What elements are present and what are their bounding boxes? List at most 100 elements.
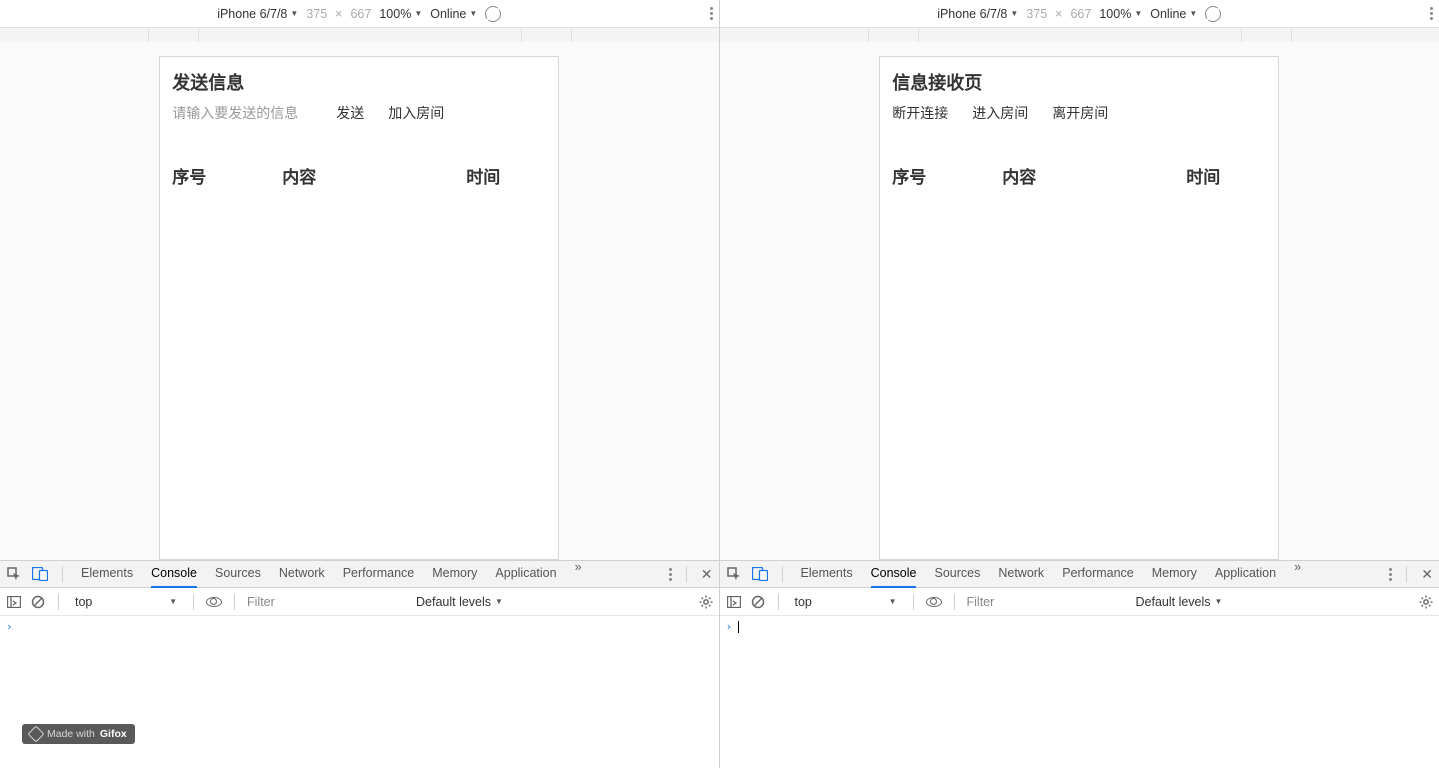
filter-input[interactable]	[247, 595, 408, 609]
divider	[58, 594, 59, 610]
context-label: top	[795, 595, 812, 609]
zoom-select[interactable]: 100% ▼	[1099, 7, 1142, 21]
viewport-height[interactable]: 667	[1070, 7, 1091, 21]
watermark-prefix: Made with	[47, 728, 95, 740]
enter-room-button[interactable]: 进入房间	[972, 103, 1028, 123]
x-separator: ×	[1055, 7, 1062, 21]
gear-icon[interactable]	[1419, 595, 1433, 609]
page-title: 发送信息	[172, 69, 546, 95]
leave-room-button[interactable]: 离开房间	[1052, 103, 1108, 123]
viewport-width[interactable]: 375	[306, 7, 327, 21]
clear-console-icon[interactable]	[30, 594, 46, 610]
tab-network[interactable]: Network	[998, 560, 1044, 588]
divider	[193, 594, 194, 610]
pane-right: iPhone 6/7/8 ▼ 375 × 667 100% ▼ Online ▼	[720, 0, 1439, 768]
divider	[234, 594, 235, 610]
rotate-icon[interactable]	[1202, 2, 1225, 25]
ruler-strip	[720, 28, 1439, 42]
console-body[interactable]: ›	[0, 616, 719, 768]
join-room-button[interactable]: 加入房间	[388, 103, 444, 123]
live-expression-icon[interactable]	[926, 594, 942, 610]
table-header: 序号 内容 时间	[172, 163, 546, 188]
col-index: 序号	[172, 163, 282, 188]
levels-label: Default levels	[1136, 595, 1211, 609]
zoom-select[interactable]: 100% ▼	[379, 7, 422, 21]
tab-network[interactable]: Network	[279, 560, 325, 588]
tab-application[interactable]: Application	[1215, 560, 1276, 588]
console-sidebar-icon[interactable]	[726, 594, 742, 610]
devtools-close-icon[interactable]: ✕	[701, 566, 713, 583]
col-content: 内容	[1002, 163, 1186, 188]
context-select[interactable]: top ▼	[791, 593, 901, 611]
ruler-strip	[0, 28, 719, 42]
device-select[interactable]: iPhone 6/7/8 ▼	[217, 7, 298, 21]
gifox-icon	[28, 726, 45, 743]
divider	[782, 566, 783, 582]
log-level-select[interactable]: Default levels ▼	[416, 595, 503, 609]
chevron-down-icon: ▼	[1215, 597, 1223, 606]
devtools-close-icon[interactable]: ✕	[1421, 566, 1433, 583]
tab-sources[interactable]: Sources	[215, 560, 261, 588]
prompt-icon: ›	[6, 620, 13, 633]
filter-input[interactable]	[967, 595, 1128, 609]
tab-performance[interactable]: Performance	[343, 560, 415, 588]
tab-application[interactable]: Application	[495, 560, 556, 588]
devtools-more-icon[interactable]	[669, 568, 672, 581]
device-toggle-icon[interactable]	[32, 566, 48, 582]
table-header: 序号 内容 时间	[892, 163, 1266, 188]
pane-left: iPhone 6/7/8 ▼ 375 × 667 100% ▼ Online ▼	[0, 0, 720, 768]
phone-frame: 发送信息 发送 加入房间 序号 内容 时间	[159, 56, 559, 560]
throttle-select[interactable]: Online ▼	[430, 7, 477, 21]
tabs-overflow-icon[interactable]: »	[575, 560, 582, 588]
devtools-tabstrip: Elements Console Sources Network Perform…	[0, 560, 719, 588]
viewport: 发送信息 发送 加入房间 序号 内容 时间	[0, 42, 719, 560]
log-level-select[interactable]: Default levels ▼	[1136, 595, 1223, 609]
console-toolbar: top ▼ Default levels ▼	[0, 588, 719, 616]
inspect-icon[interactable]	[6, 566, 22, 582]
live-expression-icon[interactable]	[206, 594, 222, 610]
divider	[913, 594, 914, 610]
rotate-icon[interactable]	[482, 2, 505, 25]
tab-elements[interactable]: Elements	[81, 560, 133, 588]
tab-sources[interactable]: Sources	[934, 560, 980, 588]
send-button[interactable]: 发送	[336, 103, 364, 123]
watermark-brand: Gifox	[100, 728, 127, 740]
viewport-width[interactable]: 375	[1026, 7, 1047, 21]
inspect-icon[interactable]	[726, 566, 742, 582]
chevron-down-icon: ▼	[889, 597, 897, 606]
text-cursor	[738, 621, 739, 633]
disconnect-button[interactable]: 断开连接	[892, 103, 948, 123]
prompt-icon: ›	[726, 620, 733, 633]
tab-console[interactable]: Console	[151, 560, 197, 588]
device-label: iPhone 6/7/8	[217, 7, 287, 21]
zoom-label: 100%	[1099, 7, 1131, 21]
phone-frame: 信息接收页 断开连接 进入房间 离开房间 序号 内容 时间	[879, 56, 1279, 560]
console-body[interactable]: ›	[720, 616, 1439, 768]
message-input[interactable]	[172, 105, 312, 121]
divider	[686, 566, 687, 582]
device-select[interactable]: iPhone 6/7/8 ▼	[937, 7, 1018, 21]
context-select[interactable]: top ▼	[71, 593, 181, 611]
page-title: 信息接收页	[892, 69, 1266, 95]
chevron-down-icon: ▼	[469, 9, 477, 18]
more-icon[interactable]	[1430, 7, 1433, 20]
clear-console-icon[interactable]	[750, 594, 766, 610]
divider	[62, 566, 63, 582]
throttle-select[interactable]: Online ▼	[1150, 7, 1197, 21]
tab-memory[interactable]: Memory	[432, 560, 477, 588]
tab-memory[interactable]: Memory	[1152, 560, 1197, 588]
devtools-more-icon[interactable]	[1389, 568, 1392, 581]
console-toolbar: top ▼ Default levels ▼	[720, 588, 1439, 616]
tab-elements[interactable]: Elements	[801, 560, 853, 588]
viewport-height[interactable]: 667	[350, 7, 371, 21]
tab-performance[interactable]: Performance	[1062, 560, 1134, 588]
device-toolbar: iPhone 6/7/8 ▼ 375 × 667 100% ▼ Online ▼	[0, 0, 719, 28]
console-sidebar-icon[interactable]	[6, 594, 22, 610]
more-icon[interactable]	[710, 7, 713, 20]
device-toggle-icon[interactable]	[752, 566, 768, 582]
gear-icon[interactable]	[699, 595, 713, 609]
devtools-tabs: Elements Console Sources Network Perform…	[801, 560, 1302, 588]
gifox-watermark: Made with Gifox	[22, 724, 135, 744]
tabs-overflow-icon[interactable]: »	[1294, 560, 1301, 588]
tab-console[interactable]: Console	[871, 560, 917, 588]
